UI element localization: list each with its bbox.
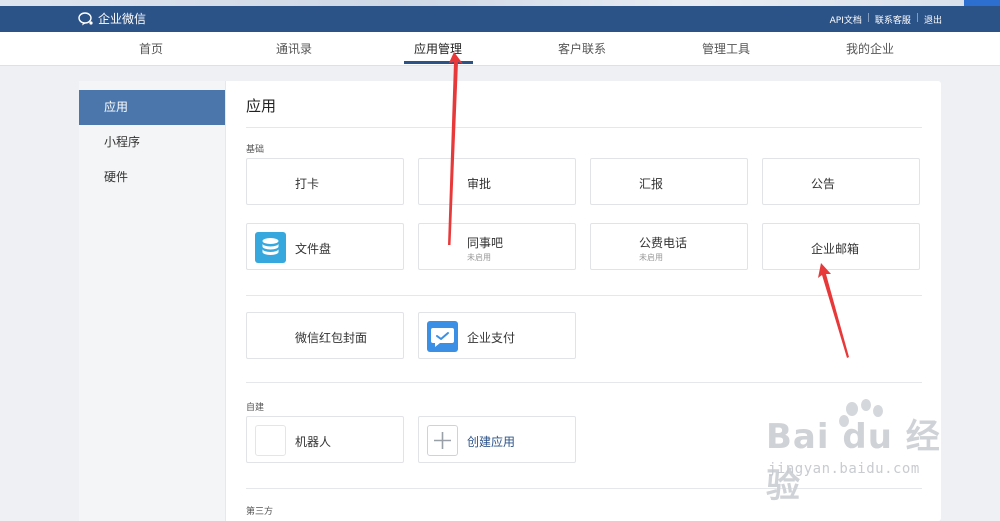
app-tile-announcement[interactable]: 公告 bbox=[762, 158, 920, 205]
app-tile-report[interactable]: 汇报 bbox=[590, 158, 748, 205]
brand-name: 企业微信 bbox=[98, 12, 147, 26]
nav-contacts[interactable]: 通讯录 bbox=[276, 40, 312, 57]
app-name: 同事吧 bbox=[467, 236, 504, 250]
nav-home[interactable]: 首页 bbox=[139, 40, 163, 57]
app-name: 文件盘 bbox=[295, 242, 332, 256]
app-name: 企业支付 bbox=[467, 331, 516, 345]
app-name: 打卡 bbox=[295, 177, 320, 191]
logout-link[interactable]: 退出 bbox=[924, 13, 942, 26]
app-tile-enterprise-pay[interactable]: 企业支付 bbox=[418, 312, 576, 359]
file-disk-icon bbox=[255, 232, 286, 263]
divider bbox=[246, 295, 922, 296]
app-name: 汇报 bbox=[639, 177, 664, 191]
plus-icon bbox=[427, 425, 458, 456]
app-status: 未启用 bbox=[639, 253, 663, 262]
sidebar: 应用 小程序 硬件 bbox=[79, 81, 226, 521]
divider bbox=[246, 382, 922, 383]
api-docs-link[interactable]: API文档 bbox=[830, 13, 862, 26]
divider bbox=[246, 127, 922, 128]
top-bar: 企业微信 API文档 | 联系客服 | 退出 bbox=[0, 6, 1000, 32]
nav-app-management[interactable]: 应用管理 bbox=[414, 40, 462, 57]
app-name: 机器人 bbox=[295, 435, 332, 449]
contact-support-link[interactable]: 联系客服 bbox=[875, 13, 911, 26]
content-card: 应用 小程序 硬件 应用 基础 打卡 审批 汇报 公告 文件盘 同事吧 未启用 … bbox=[79, 81, 941, 521]
app-name: 审批 bbox=[467, 177, 492, 191]
app-name: 公告 bbox=[811, 177, 836, 191]
sidebar-item-apps[interactable]: 应用 bbox=[79, 90, 225, 125]
nav-my-enterprise[interactable]: 我的企业 bbox=[846, 40, 894, 57]
app-tile-robot[interactable]: 机器人 bbox=[246, 416, 404, 463]
app-name: 微信红包封面 bbox=[295, 331, 368, 345]
section-label-partial: 第三方 bbox=[246, 507, 274, 517]
app-tile-colleague-bar[interactable]: 同事吧 未启用 bbox=[418, 223, 576, 270]
app-tile-public-phone[interactable]: 公费电话 未启用 bbox=[590, 223, 748, 270]
nav-customer-contact[interactable]: 客户联系 bbox=[558, 40, 606, 57]
app-tile-approval[interactable]: 审批 bbox=[418, 158, 576, 205]
robot-icon bbox=[255, 425, 286, 456]
app-name: 创建应用 bbox=[467, 435, 516, 449]
create-app-button[interactable]: 创建应用 bbox=[418, 416, 576, 463]
app-name: 企业邮箱 bbox=[811, 242, 860, 256]
divider: | bbox=[915, 13, 919, 23]
section-label-basic: 基础 bbox=[246, 145, 265, 155]
divider bbox=[246, 488, 922, 489]
sidebar-item-hardware[interactable]: 硬件 bbox=[79, 160, 225, 195]
app-tile-file-disk[interactable]: 文件盘 bbox=[246, 223, 404, 270]
main-nav: 首页 通讯录 应用管理 客户联系 管理工具 我的企业 bbox=[0, 32, 1000, 66]
enterprise-pay-icon bbox=[427, 321, 458, 352]
sidebar-item-mini-programs[interactable]: 小程序 bbox=[79, 125, 225, 160]
wecom-logo-icon bbox=[78, 11, 93, 25]
brand-logo[interactable]: 企业微信 bbox=[78, 10, 146, 27]
section-label-custom: 自建 bbox=[246, 403, 265, 413]
top-links: API文档 | 联系客服 | 退出 bbox=[830, 13, 942, 26]
divider: | bbox=[866, 13, 870, 23]
app-status: 未启用 bbox=[467, 253, 491, 262]
app-tile-punch-clock[interactable]: 打卡 bbox=[246, 158, 404, 205]
page-title: 应用 bbox=[246, 97, 277, 115]
app-tile-red-packet-cover[interactable]: 微信红包封面 bbox=[246, 312, 404, 359]
app-tile-enterprise-mail[interactable]: 企业邮箱 bbox=[762, 223, 920, 270]
nav-active-underline bbox=[404, 61, 473, 64]
nav-management-tools[interactable]: 管理工具 bbox=[702, 40, 750, 57]
app-name: 公费电话 bbox=[639, 236, 688, 250]
